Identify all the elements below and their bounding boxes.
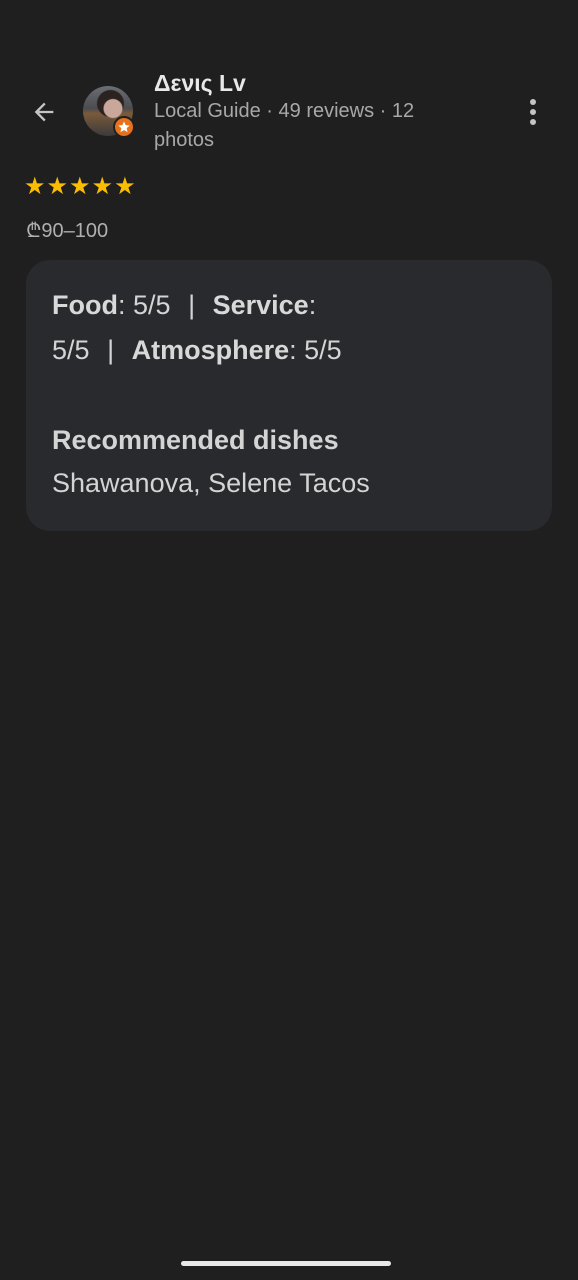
food-label: Food [52, 290, 118, 320]
star-icon: ★ [24, 172, 46, 200]
user-name[interactable]: Δενις Lv [154, 68, 246, 98]
star-icon: ★ [69, 172, 91, 200]
atmosphere-value: 5/5 [304, 335, 342, 365]
local-guide-star-icon [113, 116, 135, 138]
service-value: 5/5 [52, 335, 90, 365]
recommended-dishes-list: Shawanova, Selene Tacos [52, 468, 370, 498]
star-icon: ★ [114, 172, 136, 200]
aspect-ratings: Food: 5/5 | Service: 5/5 | Atmosphere: 5… [52, 290, 342, 365]
star-icon: ★ [46, 172, 69, 200]
more-options-button[interactable] [510, 92, 556, 136]
separator: | [188, 290, 196, 320]
avatar[interactable] [83, 86, 135, 138]
service-label: Service [212, 290, 309, 320]
back-button[interactable] [20, 92, 68, 136]
arrow-left-icon [30, 98, 58, 131]
review-details-card: Food: 5/5 | Service: 5/5 | Atmosphere: 5… [26, 260, 552, 531]
star-rating: ★ ★ ★ ★ ★ [24, 172, 136, 200]
food-value: 5/5 [133, 290, 171, 320]
recommended-dishes-title: Recommended dishes [52, 425, 339, 455]
user-meta: Local Guide · 49 reviews · 12 photos [154, 100, 415, 151]
atmosphere-label: Atmosphere [131, 335, 290, 365]
price-range: ₾90–100 [26, 220, 109, 242]
separator: | [107, 335, 115, 365]
home-indicator[interactable] [181, 1261, 391, 1266]
more-vert-icon [521, 97, 545, 132]
star-icon: ★ [91, 172, 114, 200]
